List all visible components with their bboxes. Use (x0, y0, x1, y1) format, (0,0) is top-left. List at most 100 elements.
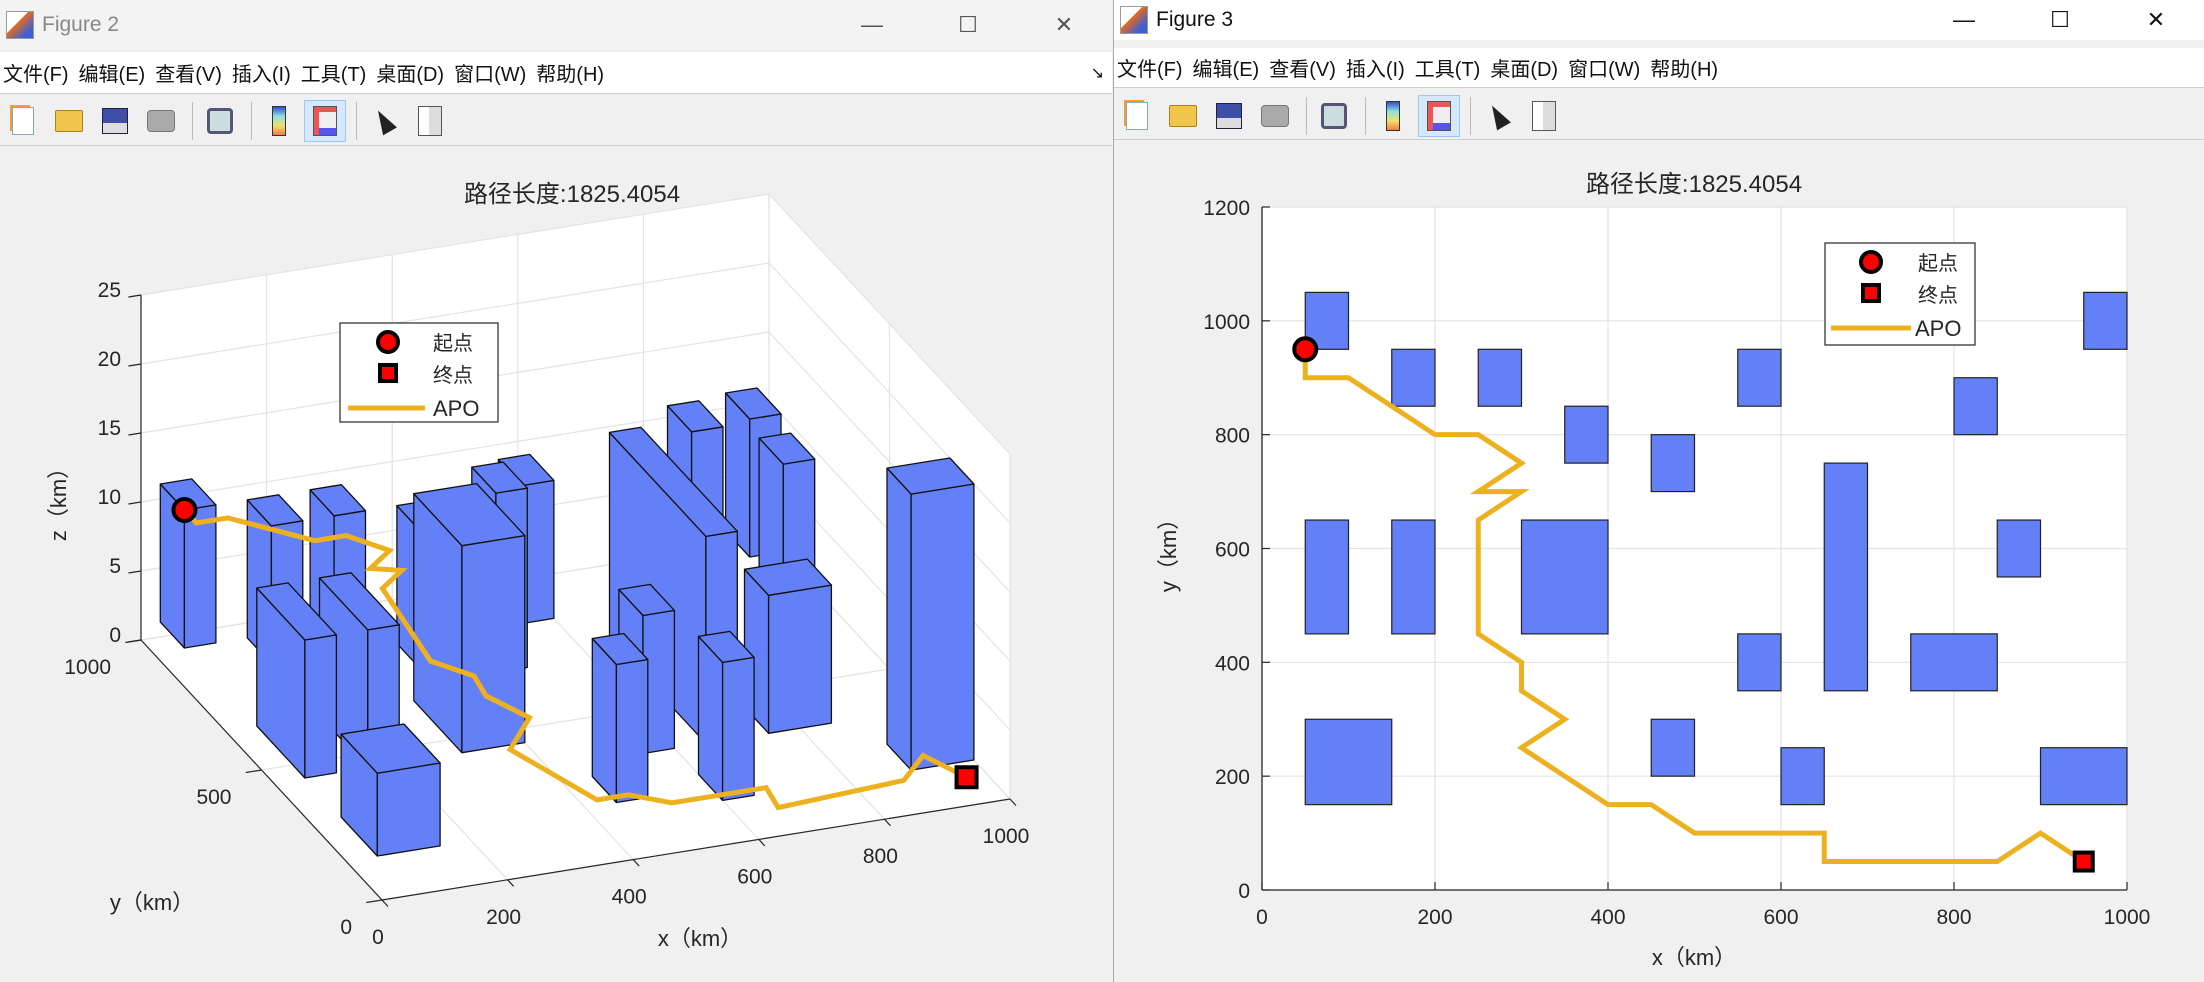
legend-start-icon (376, 330, 400, 354)
print-icon (1261, 104, 1289, 127)
link-plot-button[interactable] (1313, 95, 1355, 137)
x-tick-label: 400 (1590, 906, 1625, 929)
toolbar-separator (1365, 96, 1366, 135)
toolbar (1114, 92, 2204, 140)
new-figure-button[interactable] (2, 100, 44, 142)
y-tick-label: 1000 (64, 656, 111, 679)
chart-title: 路径长度:1825.4054 (1586, 171, 1802, 198)
print-button[interactable] (140, 100, 182, 142)
goal-marker (954, 765, 979, 790)
obstacle-rect (1477, 348, 1523, 407)
save-button[interactable] (94, 100, 136, 142)
menu-3[interactable]: 插入(I) (1343, 53, 1412, 82)
menu-5[interactable]: 桌面(D) (1487, 53, 1565, 82)
dock-icon[interactable]: ↘ (1091, 63, 1104, 83)
z-tick-label: 10 (98, 486, 121, 509)
save-button[interactable] (1208, 95, 1250, 137)
property-inspector-button[interactable] (409, 100, 451, 142)
print-button[interactable] (1254, 95, 1296, 137)
pointer-button[interactable] (363, 100, 405, 142)
open-button[interactable] (1162, 95, 1204, 137)
link-plot-icon (207, 107, 233, 134)
chart-title: 路径长度:1825.4054 (464, 181, 680, 208)
menu-2[interactable]: 查看(V) (1266, 53, 1343, 82)
matlab-icon (1120, 6, 1148, 34)
menu-1[interactable]: 编辑(E) (1190, 53, 1267, 82)
property-inspector-icon (418, 105, 442, 136)
z-tick-label: 15 (98, 417, 121, 440)
z-tick (128, 363, 142, 367)
obstacle-building (413, 482, 526, 754)
obstacle-front-face (721, 656, 755, 802)
menu-4[interactable]: 工具(T) (298, 58, 374, 87)
legend-button[interactable] (304, 99, 346, 142)
menu-2[interactable]: 查看(V) (152, 58, 229, 87)
y-tick (245, 769, 262, 774)
legend: 起点终点 APO (339, 322, 499, 423)
menu-7[interactable]: 帮助(H) (1647, 53, 1725, 82)
legend-button[interactable] (1418, 94, 1460, 137)
obstacle-building (591, 632, 649, 804)
link-plot-icon (1321, 102, 1347, 129)
obstacle-rect (1520, 519, 1609, 635)
legend-label-goal: 终点 (1918, 284, 1958, 307)
x-tick-label: 200 (486, 906, 521, 929)
z-tick-label: 0 (109, 624, 121, 647)
menu-6[interactable]: 窗口(W) (451, 58, 533, 87)
toolbar-separator (251, 101, 252, 140)
pointer-icon (1485, 101, 1511, 130)
menu-bar: 文件(F) 编辑(E) 查看(V) 插入(I) 工具(T) 桌面(D) 窗口(W) 帮助(H) (1114, 48, 2204, 88)
new-figure-icon (12, 106, 34, 135)
obstacle-rect (2039, 747, 2128, 806)
maximize-button[interactable]: ☐ (920, 0, 1016, 50)
link-plot-button[interactable] (199, 100, 241, 142)
z-tick (128, 294, 142, 298)
colorbar-icon (1386, 100, 1400, 131)
menu-0[interactable]: 文件(F) (0, 58, 76, 87)
z-tick (128, 639, 142, 643)
close-button[interactable]: ✕ (2108, 0, 2204, 40)
y-tick-label: 1200 (1203, 197, 1250, 220)
menu-4[interactable]: 工具(T) (1412, 53, 1488, 82)
new-figure-button[interactable] (1116, 95, 1158, 137)
x-tick-label: 600 (737, 865, 772, 888)
colorbar-button[interactable] (258, 100, 300, 142)
open-icon (55, 109, 83, 132)
menu-7[interactable]: 帮助(H) (533, 58, 611, 87)
maximize-button[interactable]: ☐ (2012, 0, 2108, 40)
axes-3d[interactable]: 路径长度:1825.4054 0 200 400 600 800 1000 0 500 1000 0… (0, 150, 1110, 982)
axes-2d[interactable]: 路径长度:1825.4054 0 200 400 600 800 1000 0 200 400 60… (1114, 150, 2204, 982)
obstacle-building (743, 558, 833, 734)
menu-3[interactable]: 插入(I) (229, 58, 298, 87)
obstacle-front-face (183, 504, 217, 649)
z-tick (128, 501, 142, 505)
x-tick (381, 899, 389, 907)
pointer-button[interactable] (1477, 95, 1519, 137)
menu-0[interactable]: 文件(F) (1114, 53, 1190, 82)
open-button[interactable] (48, 100, 90, 142)
goal-marker (2072, 850, 2095, 873)
property-inspector-button[interactable] (1523, 95, 1565, 137)
x-tick-label: 0 (1256, 906, 1268, 929)
obstacle-rect (1650, 718, 1696, 777)
colorbar-button[interactable] (1372, 95, 1414, 137)
minimize-button[interactable]: — (824, 0, 920, 50)
close-button[interactable]: ✕ (1016, 0, 1112, 50)
z-tick (128, 570, 142, 574)
obstacle-rect (1953, 377, 1998, 436)
x-tick-label: 800 (863, 845, 898, 868)
x-axis-label: x（km） (1652, 945, 1736, 970)
legend-label-path: APO (1915, 316, 1961, 341)
obstacle-side-face (697, 635, 724, 802)
open-icon (1169, 104, 1197, 127)
menu-1[interactable]: 编辑(E) (76, 58, 153, 87)
menu-5[interactable]: 桌面(D) (373, 58, 451, 87)
obstacle-front-face (376, 762, 441, 857)
x-tick (632, 859, 640, 867)
z-axis-label: z（km） (46, 457, 71, 541)
y-tick-label: 1000 (1203, 311, 1250, 334)
menu-6[interactable]: 窗口(W) (1565, 53, 1647, 82)
title-bar: Figure 3 — ☐ ✕ (1114, 0, 2204, 40)
obstacle-side-face (886, 467, 912, 771)
minimize-button[interactable]: — (1916, 0, 2012, 40)
